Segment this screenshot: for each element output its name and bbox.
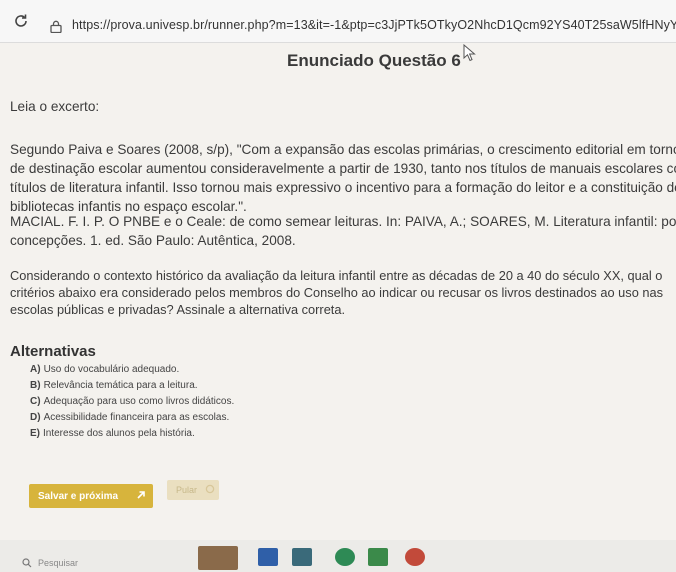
- alternative-d[interactable]: D) Acessibilidade financeira para as esco…: [30, 410, 234, 426]
- skip-icon: [205, 484, 215, 494]
- save-next-label: Salvar e próxima: [38, 490, 119, 502]
- alternative-text: Relevância temática para a leitura.: [43, 380, 198, 391]
- alternative-letter: C): [30, 396, 41, 407]
- alternative-text: Interesse dos alunos pela história.: [43, 428, 195, 439]
- taskbar-search[interactable]: Pesquisar: [22, 556, 172, 572]
- intro-text: Leia o excerto:: [10, 99, 100, 114]
- question-quote: Segundo Paiva e Soares (2008, s/p), "Com…: [10, 140, 676, 216]
- lock-icon[interactable]: [50, 20, 62, 33]
- quote-line: de destinação escolar aumentou considera…: [10, 161, 676, 176]
- search-placeholder: Pesquisar: [38, 558, 79, 568]
- taskbar: Pesquisar: [0, 540, 676, 572]
- url-text[interactable]: https://prova.univesp.br/runner.php?m=13…: [72, 18, 676, 32]
- app-icon[interactable]: [292, 548, 312, 566]
- chrome-app-icon[interactable]: [405, 548, 425, 566]
- browser-address-bar[interactable]: https://prova.univesp.br/runner.php?m=13…: [0, 0, 676, 43]
- question-intro: Leia o excerto:: [10, 97, 99, 116]
- prompt-line: Considerando o contexto histórico da ava…: [10, 268, 663, 283]
- search-icon: [22, 558, 32, 568]
- prompt-line: critérios abaixo era considerado pelos m…: [10, 285, 663, 300]
- skip-button[interactable]: Pular: [167, 480, 219, 500]
- alternative-text: Uso do vocabulário adequado.: [43, 364, 180, 375]
- alternative-e[interactable]: E) Interesse dos alunos pela história.: [30, 426, 234, 442]
- alternative-text: Acessibilidade financeira para as escola…: [43, 412, 230, 423]
- question-prompt: Considerando o contexto histórico da ava…: [10, 267, 663, 318]
- alternative-letter: A): [30, 364, 41, 375]
- skip-label: Pular: [176, 485, 198, 495]
- quote-line: Segundo Paiva e Soares (2008, s/p), "Com…: [10, 142, 676, 157]
- quote-line: títulos de literatura infantil. Isso tor…: [10, 180, 676, 195]
- alternative-c[interactable]: C) Adequação para uso como livros didátic…: [30, 394, 234, 410]
- alternative-letter: B): [30, 380, 41, 391]
- alternative-letter: D): [30, 412, 41, 423]
- save-next-button[interactable]: Salvar e próxima: [29, 484, 153, 508]
- page-title: Enunciado Questão 6: [287, 51, 461, 70]
- browser-app-icon[interactable]: [335, 548, 355, 566]
- excel-app-icon[interactable]: [368, 548, 388, 566]
- arrow-up-right-icon: [137, 491, 145, 499]
- alternative-a[interactable]: A) Uso do vocabulário adequado.: [30, 362, 234, 378]
- question-reference: MACIAL. F. I. P. O PNBE e o Ceale: de co…: [10, 212, 676, 250]
- alternatives-list: A) Uso do vocabulário adequado. B) Relevân…: [30, 362, 234, 442]
- reload-icon[interactable]: [13, 13, 29, 29]
- word-app-icon[interactable]: [258, 548, 278, 566]
- alternative-letter: E): [30, 428, 40, 439]
- widget-icon[interactable]: [198, 546, 238, 570]
- reference-line: concepções. 1. ed. São Paulo: Autêntica,…: [10, 233, 296, 248]
- exam-page: https://prova.univesp.br/runner.php?m=13…: [0, 0, 676, 572]
- reference-line: MACIAL. F. I. P. O PNBE e o Ceale: de co…: [10, 214, 676, 229]
- alternatives-heading: Alternativas: [10, 343, 96, 360]
- prompt-line: escolas públicas e privadas? Assinale a …: [10, 302, 346, 317]
- question-header: Enunciado Questão 6: [0, 40, 676, 82]
- alternative-b[interactable]: B) Relevância temática para a leitura.: [30, 378, 234, 394]
- mouse-cursor-icon: [463, 44, 476, 62]
- alternative-text: Adequação para uso como livros didáticos…: [43, 396, 235, 407]
